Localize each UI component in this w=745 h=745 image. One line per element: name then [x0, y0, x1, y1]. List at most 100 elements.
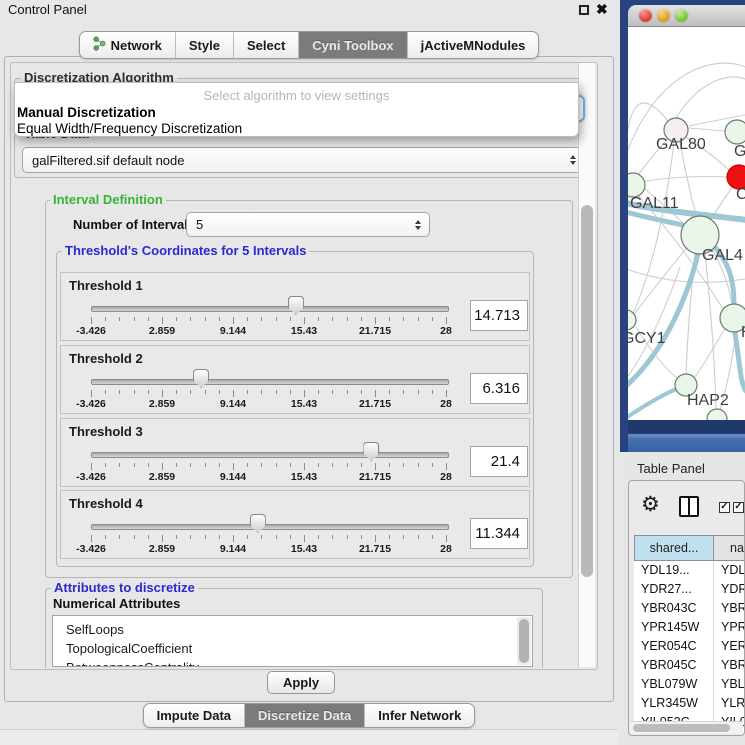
tick-mark	[432, 317, 433, 321]
network-canvas[interactable]: GAL80GACGAL11GAL4GCY1HHAP2	[628, 27, 745, 420]
cell-shared-name: YPR145W	[634, 618, 714, 637]
cell-name: YER0	[714, 637, 745, 656]
slider-thumb[interactable]	[193, 369, 209, 388]
columns-icon[interactable]	[679, 496, 699, 517]
threshold-value-field[interactable]: 6.316	[470, 373, 528, 404]
tick-mark	[403, 535, 404, 539]
tick-mark	[347, 317, 348, 321]
combo-arrows-icon	[570, 155, 576, 165]
tick-mark	[318, 390, 319, 394]
tab-style[interactable]: Style	[176, 32, 234, 58]
close-icon[interactable]: ✖	[596, 1, 608, 18]
column-header-shared-name[interactable]: shared...	[634, 535, 714, 561]
cell-name: YPR1	[714, 618, 745, 637]
threshold-value-field[interactable]: 21.4	[470, 446, 528, 477]
screen: Control Panel ✖ NetworkStyleSelectCyni T…	[0, 0, 745, 745]
bottom-tab-label: Infer Network	[378, 708, 461, 723]
tab-label: Cyni Toolbox	[312, 38, 393, 53]
tab-jactivemnodules[interactable]: jActiveMNodules	[408, 32, 539, 58]
table-rows: YDL19...YDL1YDR27...YDR2YBR043CYBR0YPR14…	[634, 561, 745, 732]
table-row[interactable]: YDL19...YDL1	[634, 561, 745, 580]
dropdown-option-equal-width[interactable]: Equal Width/Frequency Discretization	[15, 121, 578, 136]
scrollbar-thumb[interactable]	[581, 205, 593, 577]
scale-label: 21.715	[345, 543, 405, 555]
panel-vertical-scrollbar[interactable]	[578, 63, 595, 667]
table-row[interactable]: YER054CYER0	[634, 637, 745, 656]
numerical-attributes-list[interactable]: SelfLoopsTopologicalCoefficientBetweenne…	[52, 615, 533, 667]
network-node[interactable]	[707, 409, 727, 420]
threshold-row: Threshold 3-3.4262.8599.14415.4321.71528…	[60, 418, 530, 487]
tab-select[interactable]: Select	[234, 32, 299, 58]
tick-mark	[261, 535, 262, 539]
tick-mark	[91, 463, 92, 470]
slider-thumb[interactable]	[250, 514, 266, 533]
tab-label: Style	[189, 38, 220, 53]
tick-mark	[389, 535, 390, 539]
scale-label: -3.426	[61, 398, 121, 410]
tick-mark	[304, 317, 305, 324]
table-horizontal-scrollbar[interactable]	[630, 721, 743, 734]
dropdown-prompt[interactable]: Select algorithm to view settings	[15, 83, 578, 103]
threshold-value-field[interactable]: 14.713	[470, 300, 528, 331]
network-node-gal11[interactable]	[628, 173, 645, 197]
slider-track[interactable]	[91, 306, 449, 312]
tick-mark	[247, 390, 248, 394]
tick-mark	[318, 317, 319, 321]
node-label: C	[736, 186, 745, 203]
slider-thumb[interactable]	[288, 296, 304, 315]
cell-name: YBL0	[714, 675, 745, 694]
checked-box-icon[interactable]: ✓	[719, 502, 730, 513]
tick-mark	[418, 390, 419, 394]
table-row[interactable]: YBL079WYBL0	[634, 675, 745, 694]
tick-mark	[105, 535, 106, 539]
float-icon[interactable]	[579, 5, 589, 15]
tick-mark	[119, 390, 120, 394]
slider-thumb[interactable]	[363, 442, 379, 461]
column-header-name[interactable]: na	[714, 535, 745, 561]
tick-mark	[389, 317, 390, 321]
scale-label: 15.43	[274, 325, 334, 337]
network-edge	[676, 77, 745, 118]
scrollbar-thumb[interactable]	[633, 724, 730, 732]
list-item[interactable]: TopologicalCoefficient	[53, 639, 532, 658]
threshold-value-field[interactable]: 11.344	[470, 518, 528, 549]
table-data-combobox[interactable]: galFiltered.sif default node	[22, 147, 585, 173]
algorithm-dropdown: Select algorithm to view settings Manual…	[14, 82, 579, 137]
num-intervals-combobox[interactable]: 5	[186, 212, 430, 237]
gear-icon[interactable]: ⚙	[641, 494, 660, 515]
node-label: GA	[734, 143, 745, 160]
tab-cyni-toolbox[interactable]: Cyni Toolbox	[299, 32, 407, 58]
minimize-traffic-light-icon[interactable]	[657, 9, 670, 22]
tick-mark	[276, 535, 277, 539]
slider-track[interactable]	[91, 379, 449, 385]
checked-box-icon[interactable]: ✓	[733, 502, 744, 513]
list-item[interactable]: BetweennessCentrality	[53, 658, 532, 667]
slider-track[interactable]	[91, 452, 449, 458]
list-item[interactable]: SelfLoops	[53, 620, 532, 639]
table-row[interactable]: YLR345WYLR3	[634, 694, 745, 713]
dropdown-option-manual[interactable]: Manual Discretization	[15, 105, 578, 120]
network-node-ga[interactable]	[725, 120, 745, 144]
scale-label: 9.144	[203, 325, 263, 337]
table-row[interactable]: YPR145WYPR1	[634, 618, 745, 637]
bottom-tab-discretize-data[interactable]: Discretize Data	[245, 704, 365, 727]
tick-mark	[403, 317, 404, 321]
tick-mark	[347, 463, 348, 467]
apply-button[interactable]: Apply	[267, 671, 335, 694]
cell-shared-name: YBR043C	[634, 599, 714, 618]
slider-track[interactable]	[91, 524, 449, 530]
table-row[interactable]: YDR27...YDR2	[634, 580, 745, 599]
table-row[interactable]: YBR045CYBR0	[634, 656, 745, 675]
table-row[interactable]: YBR043CYBR0	[634, 599, 745, 618]
attributes-list-scrollbar[interactable]	[517, 617, 531, 665]
num-intervals-value: 5	[196, 217, 203, 232]
bottom-tab-infer-network[interactable]: Infer Network	[365, 704, 474, 727]
bottom-tab-impute-data[interactable]: Impute Data	[144, 704, 245, 727]
tab-network[interactable]: Network	[80, 32, 176, 58]
zoom-traffic-light-icon[interactable]	[675, 9, 688, 22]
tick-mark	[446, 317, 447, 324]
scale-label: 9.144	[203, 398, 263, 410]
network-window-titlebar[interactable]	[628, 5, 745, 27]
combo-arrows-icon	[415, 220, 421, 230]
close-traffic-light-icon[interactable]	[639, 9, 652, 22]
